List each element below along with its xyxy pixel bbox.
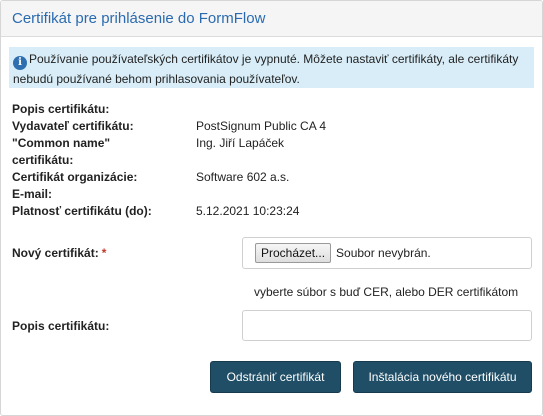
detail-row-issuer: Vydavateľ certifikátu: PostSignum Public… xyxy=(12,118,512,135)
browse-button[interactable]: Procházet... xyxy=(255,243,332,263)
certificate-details: Popis certifikátu: Vydavateľ certifikátu… xyxy=(12,101,512,220)
certificate-panel: Certifikát pre prihlásenie do FormFlow i… xyxy=(0,0,543,416)
description-label: Popis certifikátu: xyxy=(12,319,110,333)
detail-row-organization: Certifikát organizácie: Software 602 a.s… xyxy=(12,169,512,186)
detail-value: PostSignum Public CA 4 xyxy=(196,119,327,133)
info-alert: i Používanie používateľských certifikátov… xyxy=(9,47,534,88)
new-certificate-label-text: Nový certifikát: xyxy=(12,246,99,260)
detail-label: Popis certifikátu: xyxy=(12,102,110,116)
detail-row-validity: Platnosť certifikátu (do): 5.12.2021 10:… xyxy=(12,203,512,220)
detail-label: Platnosť certifikátu (do): xyxy=(12,204,152,218)
detail-row-email: E-mail: xyxy=(12,186,512,203)
install-certificate-button[interactable]: Inštalácia nového certifikátu xyxy=(353,361,532,393)
description-input[interactable] xyxy=(242,310,532,341)
required-mark: * xyxy=(101,246,107,260)
detail-value: Software 602 a.s. xyxy=(196,170,290,184)
detail-row-common-name: "Common name" certifikátu: Ing. Jiří Lap… xyxy=(12,135,512,169)
detail-value: Ing. Jiří Lapáček xyxy=(196,136,285,150)
detail-label: Certifikát organizácie: xyxy=(12,170,138,184)
info-icon: i xyxy=(13,56,27,70)
detail-row-description: Popis certifikátu: xyxy=(12,101,512,118)
detail-label: E-mail: xyxy=(12,187,53,201)
info-text: Používanie používateľských certifikátov … xyxy=(13,52,519,86)
detail-label: "Common name" certifikátu: xyxy=(12,136,111,167)
remove-certificate-button[interactable]: Odstrániť certifikát xyxy=(210,361,341,393)
detail-value: 5.12.2021 10:23:24 xyxy=(196,204,300,218)
file-hint: vyberte súbor s buď CER, alebo DER certi… xyxy=(254,285,519,299)
detail-label: Vydavateľ certifikátu: xyxy=(12,119,134,133)
file-status: Soubor nevybrán. xyxy=(336,246,431,260)
new-certificate-label: Nový certifikát: * xyxy=(12,246,106,260)
certificate-file-input[interactable]: Procházet... Soubor nevybrán. xyxy=(242,237,532,269)
panel-header: Certifikát pre prihlásenie do FormFlow xyxy=(1,1,542,37)
panel-title: Certifikát pre prihlásenie do FormFlow xyxy=(12,10,266,27)
